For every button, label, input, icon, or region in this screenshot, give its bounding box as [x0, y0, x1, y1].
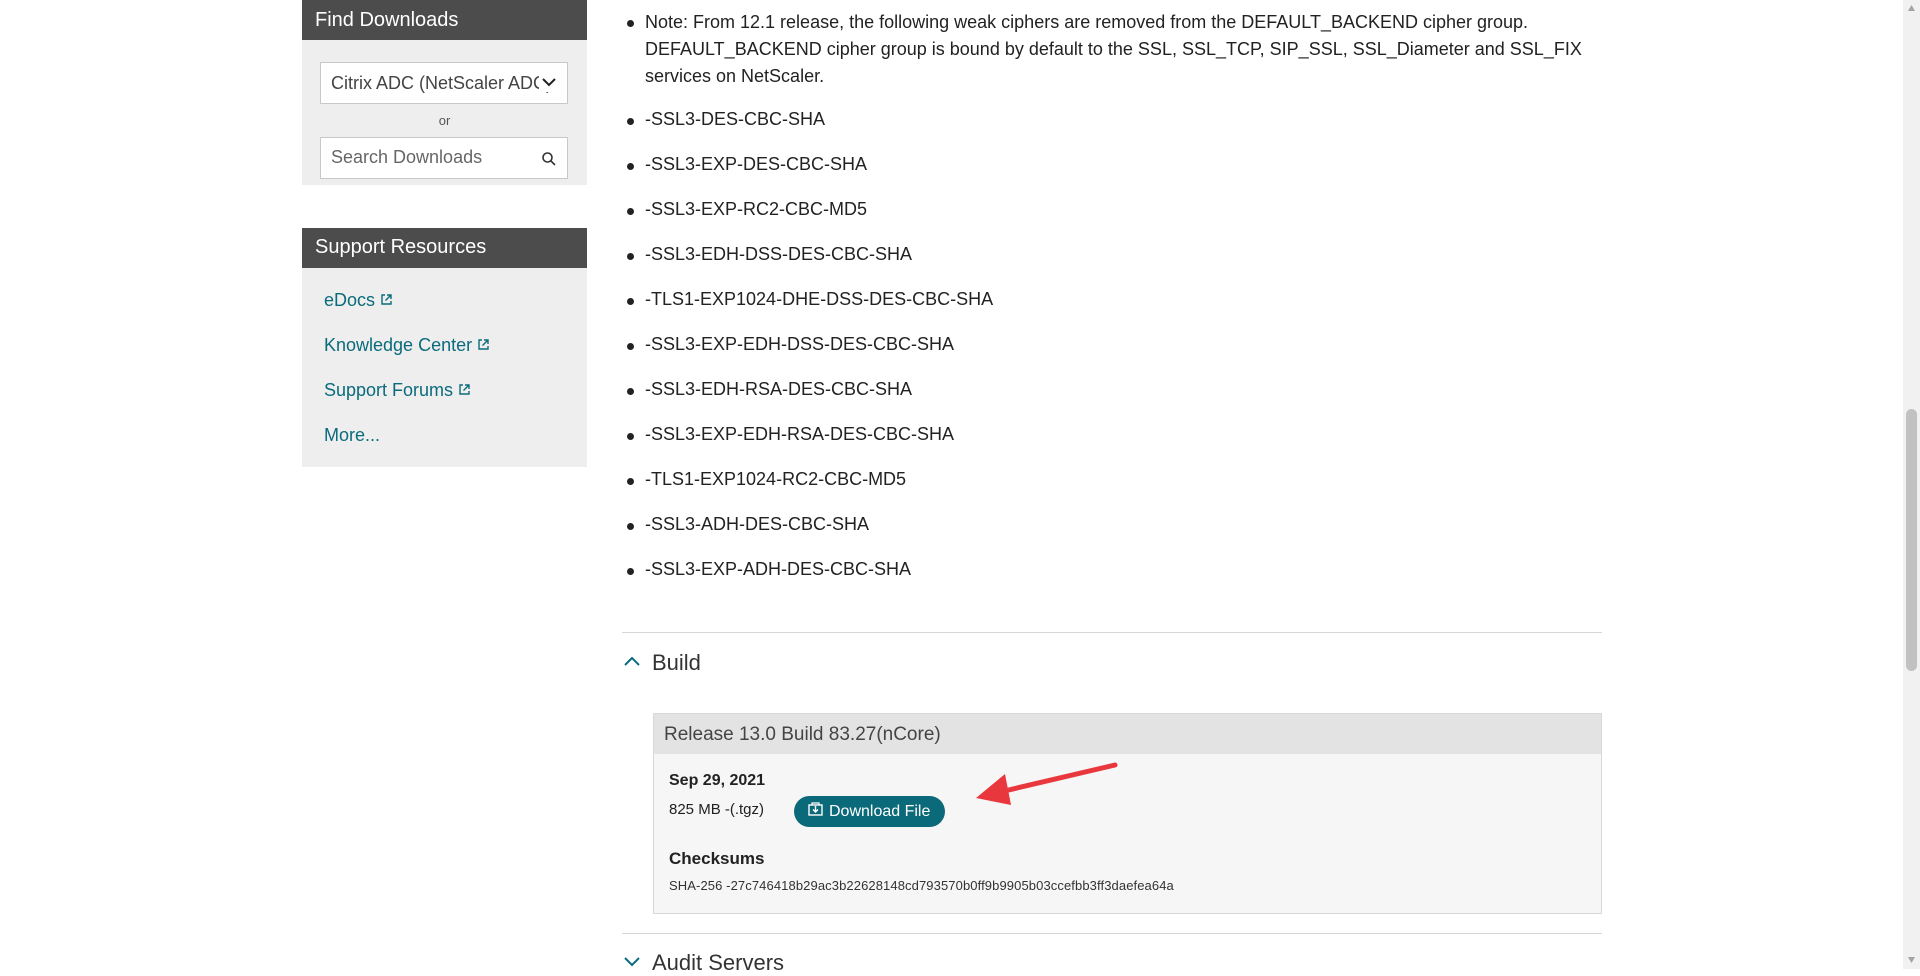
list-item: -SSL3-EXP-EDH-RSA-DES-CBC-SHA: [645, 424, 955, 444]
list-item: -SSL3-DES-CBC-SHA: [645, 109, 826, 129]
find-downloads-header: Find Downloads: [302, 0, 587, 40]
more-link[interactable]: More...: [324, 425, 380, 446]
checksums-title: Checksums: [669, 849, 765, 868]
release-file-size: 825 MB -(.tgz): [669, 801, 765, 818]
audit-section-title: Audit Servers: [652, 950, 785, 975]
support-forums-link-label: Support Forums: [324, 380, 454, 400]
audit-section-toggle[interactable]: Audit Servers: [622, 950, 784, 976]
release-card: Release 13.0 Build 83.27(nCore) Sep 29, …: [653, 713, 1602, 914]
external-link-icon: [380, 290, 393, 311]
vertical-scrollbar[interactable]: [1903, 0, 1920, 969]
list-item: -SSL3-ADH-DES-CBC-SHA: [645, 514, 870, 534]
bullet: [627, 478, 634, 485]
find-downloads-title: Find Downloads: [315, 9, 459, 31]
bullet: [627, 523, 634, 530]
chevron-up-icon: [622, 654, 642, 673]
section-divider: [622, 933, 1602, 934]
scrollbar-thumb[interactable]: [1906, 409, 1917, 671]
bullet: [627, 343, 634, 350]
list-item: -SSL3-EXP-DES-CBC-SHA: [645, 154, 868, 174]
build-section-title: Build: [652, 650, 701, 675]
find-downloads-panel: Citrix ADC (NetScaler ADC) or: [302, 40, 587, 185]
external-link-icon: [477, 335, 490, 356]
edocs-link[interactable]: eDocs: [324, 290, 393, 311]
bullet: [627, 433, 634, 440]
list-item: -TLS1-EXP1024-DHE-DSS-DES-CBC-SHA: [645, 289, 994, 309]
search-downloads-field[interactable]: [320, 137, 568, 179]
bullet: [627, 163, 634, 170]
bullet: [627, 208, 634, 215]
download-icon: [808, 802, 823, 821]
product-select-value: Citrix ADC (NetScaler ADC): [331, 73, 553, 93]
search-icon[interactable]: [541, 151, 557, 167]
or-label: or: [438, 113, 451, 128]
knowledge-center-link-label: Knowledge Center: [324, 335, 473, 355]
product-select[interactable]: Citrix ADC (NetScaler ADC): [320, 62, 568, 104]
scroll-down-arrow-icon[interactable]: [1907, 955, 1916, 964]
support-resources-panel: eDocs Knowledge Center Support Forums Mo…: [302, 268, 587, 467]
download-file-label: Download File: [829, 802, 931, 820]
release-title: Release 13.0 Build 83.27(nCore): [654, 714, 1601, 754]
build-section-toggle[interactable]: Build: [622, 650, 701, 676]
external-link-icon: [458, 380, 471, 401]
release-date: Sep 29, 2021: [669, 772, 766, 789]
list-item: -SSL3-EDH-RSA-DES-CBC-SHA: [645, 379, 913, 399]
list-item: -SSL3-EDH-DSS-DES-CBC-SHA: [645, 244, 913, 264]
checksum-value: SHA-256 -27c746418b29ac3b22628148cd79357…: [669, 878, 1174, 893]
bullet: [627, 118, 634, 125]
cipher-note: Note: From 12.1 release, the following w…: [645, 12, 1582, 86]
support-resources-title: Support Resources: [315, 236, 487, 258]
download-file-button[interactable]: Download File: [794, 796, 946, 827]
list-item: -SSL3-EXP-EDH-DSS-DES-CBC-SHA: [645, 334, 955, 354]
bullet: [627, 298, 634, 305]
support-resources-header: Support Resources: [302, 228, 587, 268]
bullet: [627, 568, 634, 575]
section-divider: [622, 632, 1602, 633]
scroll-up-arrow-icon[interactable]: [1907, 4, 1916, 13]
knowledge-center-link[interactable]: Knowledge Center: [324, 335, 490, 356]
search-downloads-input[interactable]: [321, 138, 531, 176]
list-item: -SSL3-EXP-RC2-CBC-MD5: [645, 199, 868, 219]
bullet: [627, 20, 634, 27]
more-link-label: More...: [324, 425, 381, 445]
bullet: [627, 253, 634, 260]
bullet: [627, 388, 634, 395]
support-forums-link[interactable]: Support Forums: [324, 380, 471, 401]
list-item: -SSL3-EXP-ADH-DES-CBC-SHA: [645, 559, 912, 579]
list-item: -TLS1-EXP1024-RC2-CBC-MD5: [645, 469, 907, 489]
edocs-link-label: eDocs: [324, 290, 376, 310]
chevron-down-icon: [539, 72, 559, 92]
chevron-down-icon: [622, 954, 642, 973]
